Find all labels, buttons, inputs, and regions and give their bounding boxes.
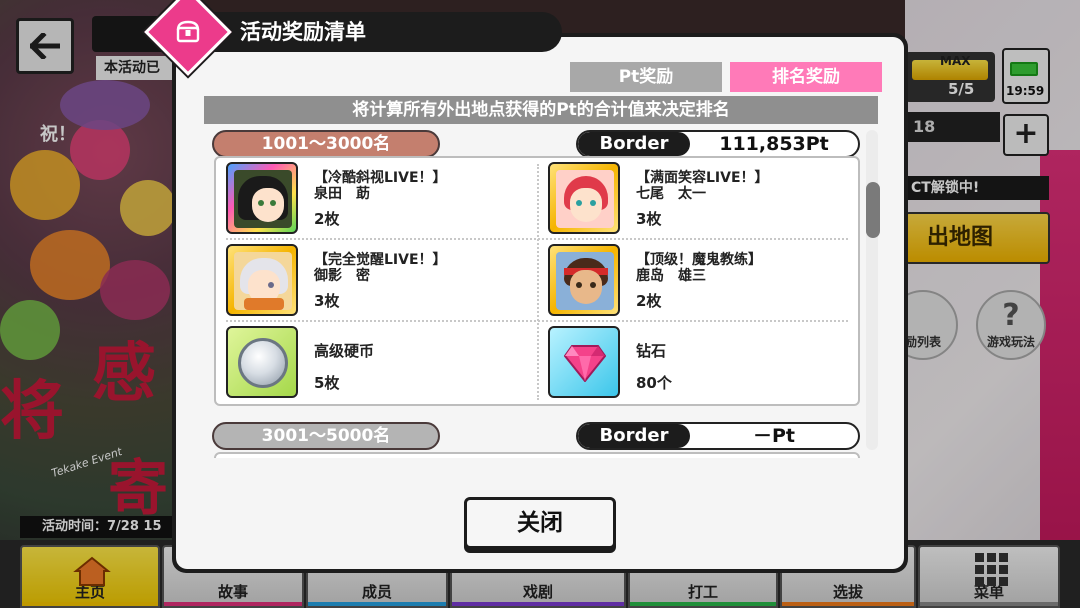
face — [252, 188, 284, 222]
reward-item[interactable]: 【顶级！魔鬼教练】 鹿岛 雄三 2枚 — [538, 240, 856, 320]
diamond-icon — [548, 326, 620, 398]
character-portrait — [234, 252, 292, 310]
reward-item[interactable]: 【冷酷斜视LIVE！】 泉田 莇 2枚 — [216, 158, 534, 238]
reward-quantity: 3枚 — [636, 210, 662, 228]
reward-quantity: 5枚 — [314, 374, 340, 392]
border-value: 111,853Pt — [719, 133, 829, 155]
reward-item[interactable]: 高级硬币 5枚 — [216, 322, 534, 402]
eye — [270, 200, 276, 206]
tab-rank-rewards[interactable]: 排名奖励 — [730, 62, 882, 92]
scrollbar-thumb[interactable] — [866, 182, 880, 238]
rank-range: 1001～3000名 — [212, 130, 440, 158]
card-thumbnail — [226, 244, 298, 316]
eye — [590, 282, 596, 288]
reward-quantity: 3枚 — [314, 292, 340, 310]
reward-title: 【满面笑容LIVE！】 七尾 太一 — [636, 170, 769, 202]
card-name: 【顶级！魔鬼教练】 — [636, 252, 762, 268]
reward-scroll-list[interactable]: 1001～3000名 Border 111,853Pt 【冷酷斜视LIVE！】 … — [204, 128, 880, 458]
reward-panel — [214, 452, 860, 458]
card-name: 【冷酷斜视LIVE！】 — [314, 170, 447, 186]
border-display: Border －Pt — [576, 422, 860, 450]
reward-title: 【冷酷斜视LIVE！】 泉田 莇 — [314, 170, 447, 202]
card-thumbnail — [226, 162, 298, 234]
card-name: 【完全觉醒LIVE！】 — [314, 252, 447, 268]
border-label: Border — [578, 132, 690, 156]
tab-pt-rewards[interactable]: Pt奖励 — [570, 62, 722, 92]
eye — [268, 282, 274, 288]
reward-item[interactable]: 【完全觉醒LIVE！】 御影 密 3枚 — [216, 240, 534, 320]
reward-quantity: 2枚 — [314, 210, 340, 228]
reward-quantity: 80个 — [636, 374, 672, 392]
eye — [258, 200, 264, 206]
rank-section-header: 3001～5000名 Border －Pt — [204, 422, 880, 450]
member-name: 七尾 太一 — [636, 186, 706, 202]
reward-title: 【完全觉醒LIVE！】 御影 密 — [314, 252, 447, 284]
face — [570, 270, 602, 304]
eye — [576, 200, 582, 206]
card-name: 【满面笑容LIVE！】 — [636, 170, 769, 186]
character-portrait — [234, 170, 292, 228]
reward-title: 【顶级！魔鬼教练】 鹿岛 雄三 — [636, 252, 762, 284]
member-name: 御影 密 — [314, 268, 370, 284]
border-value: －Pt — [752, 425, 795, 447]
face — [570, 188, 602, 222]
member-name: 泉田 莇 — [314, 186, 370, 202]
item-name: 高级硬币 — [314, 342, 375, 360]
silver-coin — [238, 338, 288, 388]
character-portrait — [556, 252, 614, 310]
border-display: Border 111,853Pt — [576, 130, 860, 158]
member-name: 鹿岛 雄三 — [636, 268, 706, 284]
rank-section-header: 1001～3000名 Border 111,853Pt — [204, 130, 880, 158]
card-thumbnail — [548, 162, 620, 234]
reward-quantity: 2枚 — [636, 292, 662, 310]
item-name: 钻石 — [636, 342, 667, 360]
reward-item[interactable]: 【满面笑容LIVE！】 七尾 太一 3枚 — [538, 158, 856, 238]
gem-shape — [564, 345, 606, 382]
character-portrait — [556, 170, 614, 228]
card-thumbnail — [548, 244, 620, 316]
scarf — [244, 298, 284, 310]
border-label: Border — [578, 424, 690, 448]
coin-icon — [226, 326, 298, 398]
reward-item[interactable]: 钻石 80个 — [538, 322, 856, 402]
ranking-description: 将计算所有外出地点获得的Pt的合计值来决定排名 — [204, 96, 878, 124]
treasure-chest-icon — [176, 20, 200, 43]
eye — [576, 282, 582, 288]
rank-range: 3001～5000名 — [212, 422, 440, 450]
close-button[interactable]: 关闭 — [464, 497, 616, 549]
reward-panel: 【冷酷斜视LIVE！】 泉田 莇 2枚 【满面笑容LIVE！】 七尾 太一 3枚 — [214, 156, 860, 406]
eye — [590, 200, 596, 206]
scrollbar-track[interactable] — [866, 130, 878, 450]
